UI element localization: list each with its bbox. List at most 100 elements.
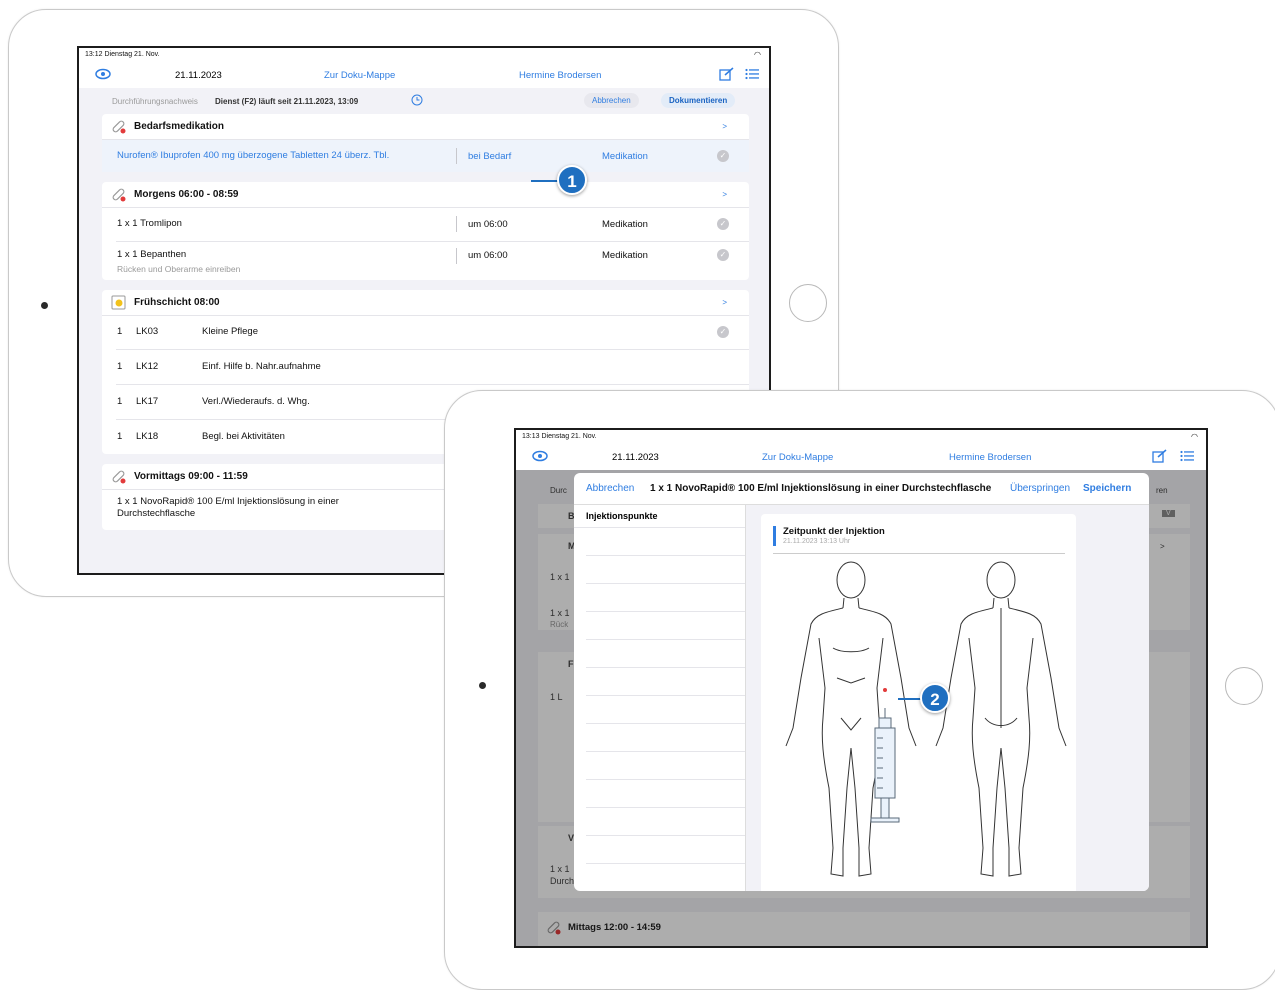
service-row[interactable]: 1 LK03 Kleine Pflege ✓ — [116, 316, 749, 350]
service-row[interactable]: 1 LK12 Einf. Hilfe b. Nahr.aufnahme — [116, 350, 749, 385]
service-qty: 1 — [117, 431, 123, 442]
shift-sun-icon — [111, 295, 126, 310]
medication-when: um 06:00 — [468, 219, 508, 230]
list-item[interactable] — [586, 808, 745, 836]
medication-name-cont: Durchstechflasche — [117, 508, 196, 519]
execution-bar: Durchführungsnachweis Dienst (F2) läuft … — [79, 88, 769, 114]
modal-cancel-button[interactable]: Abbrechen — [586, 483, 634, 494]
accent-bar — [773, 526, 776, 546]
section-morgens: Morgens 06:00 - 08:59 > 1 x 1 Tromlipon … — [102, 182, 749, 280]
service-code: LK17 — [136, 396, 159, 407]
camera-dot — [41, 302, 48, 309]
chevron-right-icon[interactable]: > — [722, 122, 727, 131]
list-icon[interactable] — [745, 68, 759, 83]
eye-icon[interactable] — [532, 450, 548, 465]
tablet-front: 13:13 Dienstag 21. Nov. ◠ 21.11.2023 Zur… — [444, 390, 1275, 990]
service-code: LK12 — [136, 361, 159, 372]
medication-row[interactable]: Nurofen® Ibuprofen 400 mg überzogene Tab… — [102, 140, 749, 172]
section-bedarf: Bedarfsmedikation > Nurofen® Ibuprofen 4… — [102, 114, 749, 172]
cancel-button[interactable]: Abbrechen — [584, 93, 639, 108]
medication-name: 1 x 1 Tromlipon — [117, 218, 182, 229]
list-item[interactable] — [586, 836, 745, 864]
chevron-right-icon[interactable]: > — [722, 298, 727, 307]
service-qty: 1 — [117, 396, 123, 407]
patient-name[interactable]: Hermine Brodersen — [519, 70, 601, 81]
service-text: Begl. bei Aktivitäten — [202, 431, 285, 442]
chevron-right-icon[interactable]: > — [722, 190, 727, 199]
body-chart[interactable] — [771, 558, 1071, 891]
compose-icon[interactable] — [719, 67, 735, 84]
list-item[interactable] — [586, 696, 745, 724]
save-button[interactable]: Speichern — [1083, 483, 1131, 494]
execution-label: Durchführungsnachweis — [112, 97, 198, 106]
wifi-icon: ◠ — [754, 50, 761, 59]
home-button[interactable] — [1225, 667, 1263, 705]
check-icon[interactable]: ✓ — [717, 150, 729, 162]
nav-bar: 21.11.2023 Zur Doku-Mappe Hermine Broder… — [516, 444, 1206, 470]
screen-injection: 13:13 Dienstag 21. Nov. ◠ 21.11.2023 Zur… — [514, 428, 1208, 948]
compose-icon[interactable] — [1152, 449, 1168, 466]
list-item[interactable] — [586, 724, 745, 752]
medication-row[interactable]: 1 x 1 Tromlipon um 06:00 Medikation ✓ — [116, 208, 749, 242]
check-icon[interactable]: ✓ — [717, 249, 729, 261]
list-item[interactable] — [586, 612, 745, 640]
list-item[interactable] — [586, 780, 745, 808]
callout-badge-1: 1 — [557, 165, 587, 195]
check-icon[interactable]: ✓ — [717, 326, 729, 338]
list-item[interactable] — [586, 584, 745, 612]
injection-points-label: Injektionspunkte — [574, 505, 745, 528]
status-time: 13:12 Dienstag 21. Nov. — [85, 51, 160, 58]
doku-mappe-link[interactable]: Zur Doku-Mappe — [762, 452, 833, 463]
list-item[interactable] — [586, 528, 745, 556]
medication-note: Rücken und Oberarme einreiben — [117, 264, 241, 274]
doku-mappe-link[interactable]: Zur Doku-Mappe — [324, 70, 395, 81]
clock-icon[interactable] — [411, 94, 423, 108]
section-header[interactable]: Morgens 06:00 - 08:59 > — [102, 182, 749, 208]
card-title: Zeitpunkt der Injektion — [783, 526, 885, 537]
medication-name: 1 x 1 NovoRapid® 100 E/ml Injektionslösu… — [117, 496, 339, 507]
service-text: Verl./Wiederaufs. d. Whg. — [202, 396, 310, 407]
patient-name[interactable]: Hermine Brodersen — [949, 452, 1031, 463]
section-header[interactable]: Bedarfsmedikation > — [102, 114, 749, 140]
medication-type: Medikation — [602, 151, 648, 162]
modal-header: Abbrechen 1 x 1 NovoRapid® 100 E/ml Inje… — [574, 473, 1149, 505]
document-button[interactable]: Dokumentieren — [661, 93, 736, 108]
section-title: Morgens 06:00 - 08:59 — [134, 189, 239, 200]
service-text: Einf. Hilfe b. Nahr.aufnahme — [202, 361, 321, 372]
body-chart-card: Zeitpunkt der Injektion 21.11.2023 13:13… — [761, 514, 1076, 891]
nav-date: 21.11.2023 — [612, 452, 659, 463]
list-item[interactable] — [586, 752, 745, 780]
service-code: LK18 — [136, 431, 159, 442]
divider — [456, 248, 457, 264]
pill-icon — [111, 187, 126, 202]
shift-info: Dienst (F2) läuft seit 21.11.2023, 13:09 — [215, 97, 359, 106]
service-code: LK03 — [136, 326, 159, 337]
card-time: 21.11.2023 13:13 Uhr — [783, 538, 851, 545]
callout-badge-2: 2 — [920, 683, 950, 713]
home-button[interactable] — [789, 284, 827, 322]
check-icon[interactable]: ✓ — [717, 218, 729, 230]
medication-name: 1 x 1 Bepanthen — [117, 249, 187, 260]
status-time: 13:13 Dienstag 21. Nov. — [522, 433, 597, 440]
skip-button[interactable]: Überspringen — [1010, 483, 1070, 494]
nav-bar: 21.11.2023 Zur Doku-Mappe Hermine Broder… — [79, 62, 769, 88]
section-title: Frühschicht 08:00 — [134, 297, 220, 308]
divider — [456, 148, 457, 164]
service-qty: 1 — [117, 361, 123, 372]
nav-date: 21.11.2023 — [175, 70, 222, 81]
medication-row[interactable]: 1 x 1 Bepanthen Rücken und Oberarme einr… — [116, 242, 749, 280]
camera-dot — [479, 682, 486, 689]
injection-points-list: Injektionspunkte — [574, 505, 746, 891]
section-header[interactable]: Frühschicht 08:00 > — [102, 290, 749, 316]
list-item[interactable] — [586, 640, 745, 668]
list-item[interactable] — [586, 556, 745, 584]
eye-icon[interactable] — [95, 68, 111, 83]
list-item[interactable] — [586, 668, 745, 696]
service-qty: 1 — [117, 326, 123, 337]
list-icon[interactable] — [1180, 450, 1194, 465]
divider — [456, 216, 457, 232]
pill-icon — [111, 119, 126, 134]
status-bar: 13:12 Dienstag 21. Nov. ◠ — [79, 48, 769, 62]
section-title: Vormittags 09:00 - 11:59 — [134, 471, 248, 482]
medication-type: Medikation — [602, 250, 648, 261]
